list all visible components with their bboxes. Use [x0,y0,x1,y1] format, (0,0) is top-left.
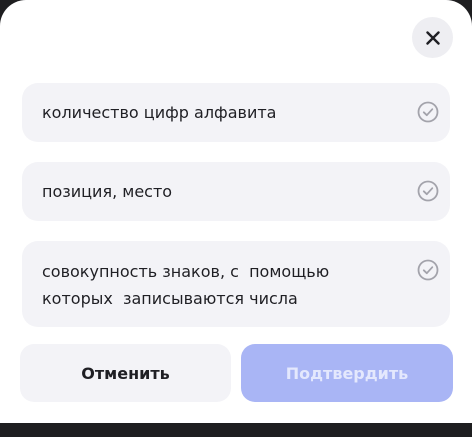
answer-option-1[interactable]: количество цифр алфавита [22,83,450,142]
check-circle-icon [417,259,439,281]
close-button[interactable] [412,17,453,58]
answer-option-text-line1: совокупность знаков, с помощью [42,262,330,281]
answer-option-text-line2: которых записываются числа [42,289,298,308]
answer-option-3[interactable]: совокупность знаков, с помощью которых з… [22,241,450,327]
confirm-button[interactable]: Подтвердить [241,344,453,402]
answer-option-2[interactable]: позиция, место [22,162,450,221]
check-circle-icon [417,101,439,123]
answer-option-text: позиция, место [42,182,173,201]
cancel-button[interactable]: Отменить [20,344,231,402]
close-icon [425,30,440,45]
answer-option-text: количество цифр алфавита [42,103,277,122]
check-circle-icon [417,180,439,202]
answer-dialog: количество цифр алфавита позиция, место … [0,0,472,423]
